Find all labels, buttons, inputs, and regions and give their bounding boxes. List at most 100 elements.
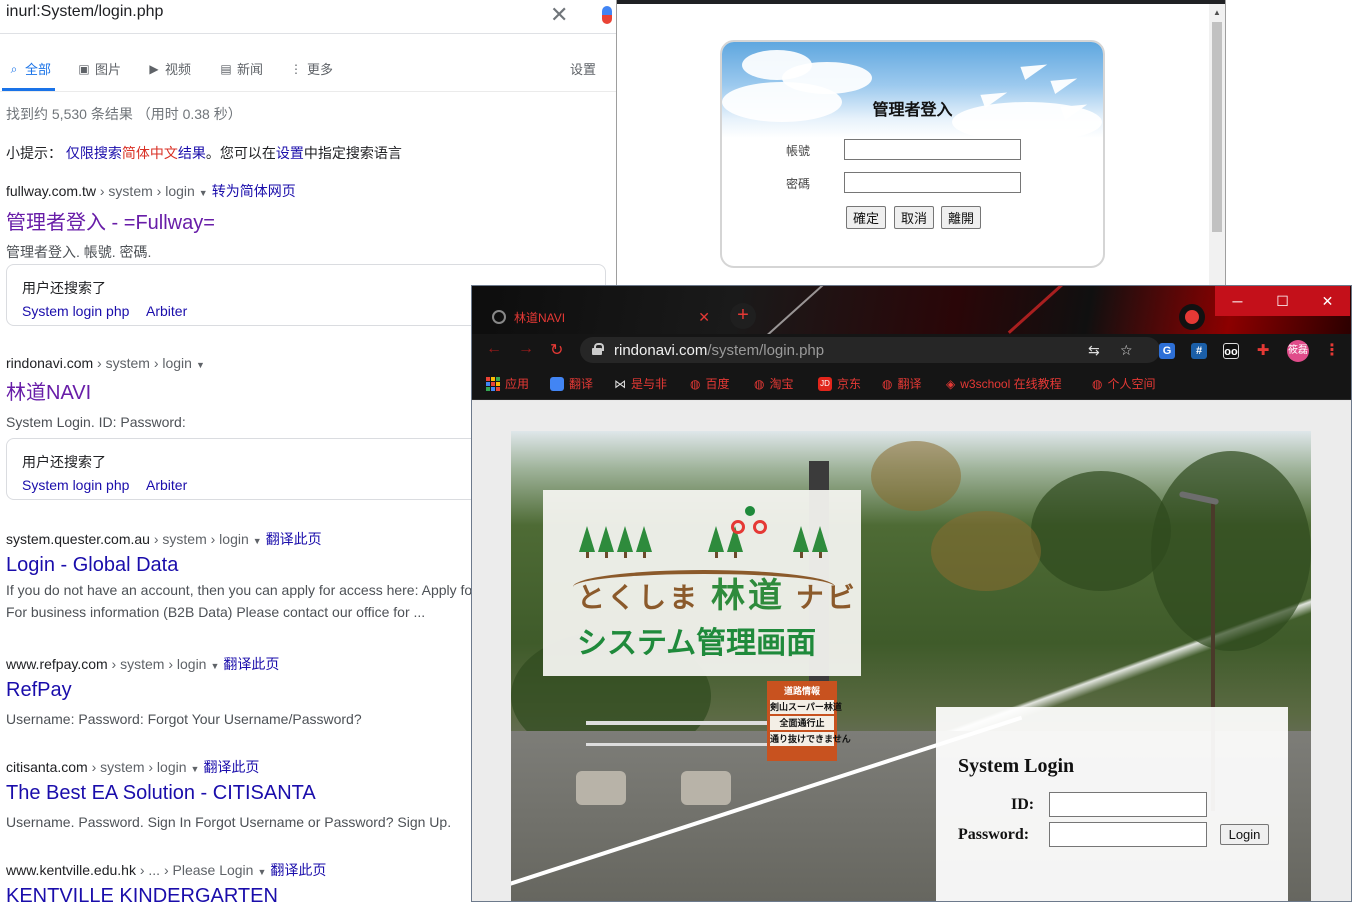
microphone-icon[interactable] bbox=[602, 6, 612, 24]
menu-icon[interactable]: ⋮ bbox=[1324, 340, 1340, 360]
bookmark-personal-space[interactable]: ◍ 个人空间 bbox=[1092, 375, 1156, 392]
result-title[interactable]: 林道NAVI bbox=[6, 376, 209, 405]
search-result: rindonavi.com › system › login ▼ 林道NAVI S… bbox=[6, 355, 209, 433]
hint-link[interactable]: 仅限搜索简体中文结果 bbox=[66, 145, 206, 161]
password-input[interactable] bbox=[1049, 822, 1207, 847]
hash-extension-icon[interactable]: # bbox=[1191, 343, 1207, 359]
also-heading: 用户还搜索了 bbox=[22, 454, 106, 470]
also-link[interactable]: System login php bbox=[22, 303, 129, 319]
translate-link[interactable]: 翻译此页 bbox=[223, 656, 279, 672]
scroll-up-icon[interactable]: ▲ bbox=[1213, 8, 1221, 17]
fullway-login-window: ▲ 管理者登入 帳號 密碼 確定 取消 離開 bbox=[616, 0, 1226, 292]
bookmark-w3school[interactable]: ◈ w3school 在线教程 bbox=[946, 375, 1062, 392]
foliage-shape bbox=[871, 441, 961, 511]
pine-tree-icon bbox=[812, 526, 828, 558]
bookmark-label: 淘宝 bbox=[769, 377, 794, 391]
result-domain: fullway.com.tw bbox=[6, 183, 96, 199]
ok-button[interactable]: 確定 bbox=[846, 206, 887, 229]
bookmark-shiyufei[interactable]: ⋈ 是与非 bbox=[614, 375, 667, 392]
search-input[interactable]: inurl:System/login.php bbox=[6, 3, 163, 21]
caret-down-icon[interactable]: ▼ bbox=[210, 661, 219, 671]
leave-button[interactable]: 離開 bbox=[941, 206, 982, 229]
foliage-shape bbox=[931, 511, 1041, 591]
password-input[interactable] bbox=[844, 172, 1021, 193]
result-title[interactable]: KENTVILLE KINDERGARTEN bbox=[6, 885, 326, 902]
result-title[interactable]: The Best EA Solution - CITISANTA bbox=[6, 782, 451, 805]
minimize-button[interactable]: ─ bbox=[1215, 286, 1260, 316]
translate-link[interactable]: 翻译此页 bbox=[266, 531, 322, 547]
tab-search-icon[interactable] bbox=[1179, 304, 1205, 330]
cancel-button[interactable]: 取消 bbox=[894, 206, 935, 229]
also-link[interactable]: System login php bbox=[22, 477, 129, 493]
bookmark-label: 是与非 bbox=[631, 377, 668, 391]
caret-down-icon[interactable]: ▼ bbox=[253, 536, 262, 546]
caret-down-icon[interactable]: ▼ bbox=[196, 360, 205, 370]
account-input[interactable] bbox=[844, 139, 1021, 160]
tab-images[interactable]: ▣ 图片 bbox=[78, 59, 121, 78]
caret-down-icon[interactable]: ▼ bbox=[191, 764, 200, 774]
sign-line: 道路情報 bbox=[770, 684, 834, 698]
translate-link[interactable]: 翻译此页 bbox=[270, 862, 326, 878]
translate-link[interactable]: 翻译此页 bbox=[203, 759, 259, 775]
id-input[interactable] bbox=[1049, 792, 1207, 817]
translate-icon[interactable]: ⇆ bbox=[1088, 342, 1100, 359]
hint-settings-link[interactable]: 设置 bbox=[276, 145, 304, 161]
result-title[interactable]: 管理者登入 - =Fullway= bbox=[6, 206, 296, 235]
system-login-panel: System Login ID: Password: Login bbox=[936, 707, 1288, 901]
caret-down-icon[interactable]: ▼ bbox=[199, 188, 208, 198]
star-icon[interactable]: ☆ bbox=[1120, 342, 1133, 359]
extensions-puzzle-icon[interactable]: ✚ bbox=[1255, 343, 1271, 359]
result-title[interactable]: Login - Global Data bbox=[6, 554, 472, 577]
search-bar[interactable]: inurl:System/login.php ✕ bbox=[0, 0, 618, 34]
settings-link[interactable]: 设置 bbox=[570, 59, 596, 78]
bookmark-jd[interactable]: JD 京东 bbox=[818, 375, 861, 392]
url-text[interactable]: rindonavi.com/system/login.php bbox=[614, 342, 824, 359]
pine-tree-icon bbox=[598, 526, 614, 558]
vertical-scrollbar[interactable]: ▲ bbox=[1209, 4, 1225, 292]
forward-icon[interactable]: → bbox=[518, 340, 534, 358]
login-button[interactable]: Login bbox=[1220, 824, 1269, 845]
scrollbar-thumb[interactable] bbox=[1212, 22, 1222, 232]
forest-shape bbox=[1031, 471, 1171, 591]
theme-streak bbox=[1007, 286, 1070, 334]
hero-photo: 道路情報 剣山スーパー林道 全面通行止 通り抜けできません とくしま 林道 ナビ… bbox=[511, 431, 1311, 901]
address-bar[interactable]: rindonavi.com/system/login.php ⇆ ☆ bbox=[580, 337, 1160, 363]
password-label: Password: bbox=[958, 826, 1030, 843]
also-link[interactable]: Arbiter bbox=[146, 477, 187, 493]
caret-down-icon[interactable]: ▼ bbox=[257, 867, 266, 877]
bookmark-translate[interactable]: 翻译 bbox=[550, 375, 593, 392]
new-tab-button[interactable]: + bbox=[730, 303, 756, 329]
maximize-button[interactable]: ☐ bbox=[1260, 286, 1305, 316]
reload-icon[interactable]: ↻ bbox=[550, 340, 563, 360]
avatar[interactable]: 筱磊 bbox=[1287, 340, 1309, 362]
tab-strip: 林道NAVI ✕ + ─ ☐ ✕ bbox=[472, 286, 1351, 340]
bookmark-apps[interactable]: 应用 bbox=[486, 375, 529, 392]
image-icon: ▣ bbox=[78, 61, 90, 76]
pine-tree-icon bbox=[793, 526, 809, 558]
logo-text-kana: とくしま bbox=[577, 582, 701, 613]
bookmark-translate-2[interactable]: ◍ 翻译 bbox=[882, 375, 922, 392]
close-window-button[interactable]: ✕ bbox=[1305, 286, 1350, 316]
chrome-window: 林道NAVI ✕ + ─ ☐ ✕ ← → ↻ rindonavi.com/sys… bbox=[471, 285, 1352, 902]
pine-tree-icon bbox=[579, 526, 595, 558]
news-icon: ▤ bbox=[220, 61, 232, 76]
google-translate-extension-icon[interactable]: G bbox=[1159, 343, 1175, 359]
tab-videos[interactable]: ▶ 视频 bbox=[148, 59, 191, 78]
browser-tab[interactable]: 林道NAVI ✕ bbox=[484, 300, 720, 334]
back-icon[interactable]: ← bbox=[486, 340, 502, 358]
toolbar: ← → ↻ rindonavi.com/system/login.php ⇆ ☆… bbox=[472, 334, 1351, 366]
result-title[interactable]: RefPay bbox=[6, 679, 362, 702]
lock-icon bbox=[592, 343, 604, 355]
bookmark-taobao[interactable]: ◍ 淘宝 bbox=[754, 375, 794, 392]
also-link[interactable]: Arbiter bbox=[146, 303, 187, 319]
close-tab-icon[interactable]: ✕ bbox=[698, 309, 710, 326]
tab-all[interactable]: ⌕ 全部 bbox=[1, 59, 56, 91]
clear-icon[interactable]: ✕ bbox=[550, 2, 568, 28]
tab-news[interactable]: ▤ 新闻 bbox=[220, 59, 263, 78]
tab-videos-label: 视频 bbox=[165, 62, 192, 77]
tab-more[interactable]: ⋮ 更多 bbox=[290, 59, 333, 78]
bookmark-baidu[interactable]: ◍ 百度 bbox=[690, 375, 730, 392]
translate-link[interactable]: 转为简体网页 bbox=[212, 183, 296, 199]
glasses-extension-icon[interactable]: oo bbox=[1223, 343, 1239, 359]
result-snippet: If you do not have an account, then you … bbox=[6, 582, 473, 598]
